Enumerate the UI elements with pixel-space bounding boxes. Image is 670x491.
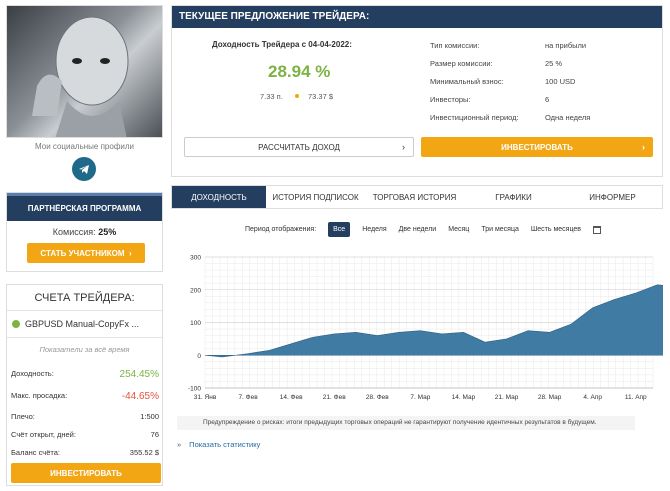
stat-label: Плечо: (11, 412, 35, 421)
stat-value: 355.52 $ (129, 448, 159, 457)
period-three-months[interactable]: Три месяца (481, 226, 519, 233)
y-tick-label: 100 (190, 320, 201, 327)
trader-avatar (6, 5, 163, 138)
partner-title: ПАРТНЁРСКАЯ ПРОГРАММА (7, 193, 162, 221)
tab-informer[interactable]: ИНФОРМЕР (563, 186, 662, 208)
account-selector[interactable]: GBPUSD Manual-CopyFx ... (12, 319, 139, 329)
x-tick-label: 11. Апр (625, 394, 647, 401)
period-two-weeks[interactable]: Две недели (399, 226, 437, 233)
offer-title: ТЕКУЩЕЕ ПРЕДЛОЖЕНИЕ ТРЕЙДЕРА: (172, 6, 662, 28)
offer-usd: 73.37 $ (308, 92, 334, 101)
calendar-icon[interactable] (593, 225, 601, 234)
stat-drawdown: Макс. просадка: -44.65% (11, 391, 159, 402)
detail-label: Инвесторы: (430, 95, 471, 104)
stat-leverage: Плечо: 1:500 (11, 412, 159, 421)
period-month[interactable]: Месяц (448, 226, 469, 233)
tab-trade-history[interactable]: ТОРГОВАЯ ИСТОРИЯ (365, 186, 464, 208)
detail-label: Размер комиссии: (430, 59, 493, 68)
stat-return: Доходность: 254.45% (11, 369, 159, 380)
stats-note: Показатели за всё время (39, 345, 130, 354)
commission-label: Комиссия: (52, 227, 96, 237)
period-label: Период отображения: (245, 226, 317, 233)
commission-value: 25% (98, 227, 117, 237)
stat-value: 1:500 (140, 412, 159, 421)
detail-label: Минимальный взнос: (430, 77, 504, 86)
period-selector: Период отображения: Все Неделя Две недел… (245, 222, 601, 237)
account-name: GBPUSD Manual-CopyFx ... (25, 319, 140, 329)
trader-offer: ТЕКУЩЕЕ ПРЕДЛОЖЕНИЕ ТРЕЙДЕРА: Доходность… (171, 5, 663, 177)
stat-balance: Баланс счёта: 355.52 $ (11, 448, 159, 457)
chevron-right-icon: › (642, 142, 645, 152)
detail-value: 6 (545, 95, 550, 104)
x-tick-label: 7. Фев (238, 394, 258, 401)
detail-value: на прибыли (545, 41, 587, 50)
x-tick-label: 21. Фев (323, 394, 346, 401)
detail-value: Одна неделя (545, 113, 591, 122)
tab-returns[interactable]: ДОХОДНОСТЬ (172, 186, 266, 208)
stat-value: -44.65% (121, 391, 159, 402)
detail-value: 100 USD (545, 77, 576, 86)
offer-points: 7.33 п. (260, 92, 283, 101)
offer-invest-button[interactable]: ИНВЕСТИРОВАТЬ › (421, 137, 653, 157)
offer-detail: Тип комиссии: на прибыли (430, 41, 650, 50)
offer-detail: Размер комиссии: 25 % (430, 59, 650, 68)
x-tick-label: 14. Фев (280, 394, 303, 401)
stat-label: Доходность: (11, 369, 54, 378)
returns-chart: -100 0 100 200 300 31. Янв 7. Фев 14. Фев 21. Фе… (188, 255, 663, 401)
offer-detail: Инвесторы: 6 (430, 95, 650, 104)
calculate-income-button[interactable]: РАССЧИТАТЬ ДОХОД › (184, 137, 414, 157)
partner-commission: Комиссия: 25% (7, 227, 162, 237)
show-statistics-link[interactable]: » Показать статистику (177, 440, 260, 449)
x-tick-label: 31. Янв (194, 394, 217, 401)
chevron-right-icon: › (402, 142, 405, 152)
offer-detail: Инвестиционный период: Одна неделя (430, 113, 650, 122)
detail-label: Тип комиссии: (430, 41, 480, 50)
stat-label: Счёт открыт, дней: (11, 430, 76, 439)
stat-label: Макс. просадка: (11, 391, 68, 400)
stat-label: Баланс счёта: (11, 448, 60, 457)
accounts-title: СЧЕТА ТРЕЙДЕРА: (7, 285, 162, 311)
show-stats-label: Показать статистику (189, 440, 261, 449)
period-six-months[interactable]: Шесть месяцев (531, 226, 581, 233)
stat-value: 76 (150, 430, 159, 439)
y-tick-label: 200 (190, 287, 201, 294)
divider (7, 337, 162, 338)
account-invest-button[interactable]: ИНВЕСТИРОВАТЬ (11, 463, 161, 483)
trader-accounts: СЧЕТА ТРЕЙДЕРА: GBPUSD Manual-CopyFx ...… (6, 284, 163, 486)
socials-label: Мои социальные профили (34, 142, 135, 151)
x-tick-label: 7. Мар (410, 394, 430, 401)
tab-charts[interactable]: ГРАФИКИ (464, 186, 563, 208)
tab-bar: ДОХОДНОСТЬ ИСТОРИЯ ПОДПИСОК ТОРГОВАЯ ИСТ… (171, 185, 663, 209)
detail-label: Инвестиционный период: (430, 113, 519, 122)
returns-area (204, 284, 663, 358)
x-tick-label: 28. Мар (538, 394, 562, 401)
become-partner-button[interactable]: СТАТЬ УЧАСТНИКОМ › (27, 243, 145, 263)
x-tick-label: 21. Мар (495, 394, 519, 401)
separator-dot-icon (295, 94, 299, 98)
tab-subscriptions[interactable]: ИСТОРИЯ ПОДПИСОК (266, 186, 365, 208)
status-dot-icon (12, 320, 20, 328)
y-tick-label: 0 (197, 353, 201, 360)
telegram-icon[interactable] (72, 157, 96, 181)
offer-rate-label: Доходность Трейдера с 04-04-2022: (212, 40, 352, 49)
y-tick-label: -100 (188, 386, 201, 393)
offer-detail: Минимальный взнос: 100 USD (430, 77, 650, 86)
x-tick-label: 28. Фев (366, 394, 389, 401)
detail-value: 25 % (545, 59, 563, 68)
period-all[interactable]: Все (328, 222, 351, 237)
partner-program: ПАРТНЁРСКАЯ ПРОГРАММА Комиссия: 25% СТАТ… (6, 192, 163, 272)
risk-warning: Предупреждение о рисках: итоги предыдущи… (177, 416, 635, 430)
x-tick-label: 14. Мар (452, 394, 476, 401)
double-chevron-icon: » (177, 440, 182, 449)
invest-label: ИНВЕСТИРОВАТЬ (501, 142, 573, 152)
x-tick-label: 4. Апр (583, 394, 602, 401)
offer-rate: 28.94 % (268, 62, 331, 81)
stat-days: Счёт открыт, дней: 76 (11, 430, 159, 439)
period-week[interactable]: Неделя (362, 226, 386, 233)
become-partner-label: СТАТЬ УЧАСТНИКОМ (40, 248, 125, 258)
calc-label: РАССЧИТАТЬ ДОХОД (258, 142, 340, 152)
y-tick-label: 300 (190, 255, 201, 262)
stat-value: 254.45% (119, 369, 159, 380)
